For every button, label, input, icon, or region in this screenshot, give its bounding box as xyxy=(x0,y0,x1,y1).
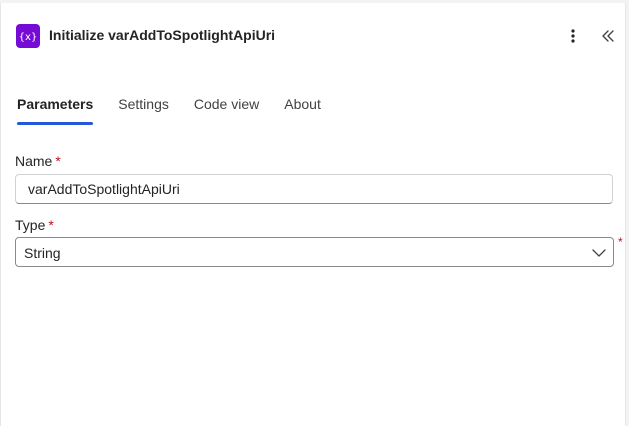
name-label-text: Name xyxy=(15,153,53,169)
more-vertical-icon xyxy=(571,29,575,43)
tab-parameters[interactable]: Parameters xyxy=(17,95,94,125)
name-field-label: Name * xyxy=(15,153,61,169)
type-selected-value: String xyxy=(24,245,61,261)
type-dropdown[interactable]: String xyxy=(15,237,614,267)
more-options-button[interactable] xyxy=(562,25,584,47)
panel-header: {x} Initialize varAddToSpotlightApiUri xyxy=(1,3,625,67)
name-input[interactable] xyxy=(15,174,613,204)
type-field-label: Type * xyxy=(15,217,54,233)
tab-settings[interactable]: Settings xyxy=(118,95,169,125)
type-trailing-required-mark: * xyxy=(618,235,623,249)
panel-title: Initialize varAddToSpotlightApiUri xyxy=(49,27,276,43)
tab-code-view[interactable]: Code view xyxy=(194,95,259,125)
type-required-mark: * xyxy=(48,217,54,233)
action-details-panel: {x} Initialize varAddToSpotlightApiUri P… xyxy=(0,3,626,426)
variable-braces-icon: {x} xyxy=(16,24,40,48)
double-chevron-left-icon xyxy=(602,30,614,42)
tab-about[interactable]: About xyxy=(284,95,321,125)
svg-text:{x}: {x} xyxy=(19,32,37,43)
tab-list: Parameters Settings Code view About xyxy=(17,95,346,127)
chevron-down-icon xyxy=(592,249,606,257)
name-required-mark: * xyxy=(55,153,61,169)
type-label-text: Type xyxy=(15,217,46,233)
collapse-panel-button[interactable] xyxy=(597,25,619,47)
